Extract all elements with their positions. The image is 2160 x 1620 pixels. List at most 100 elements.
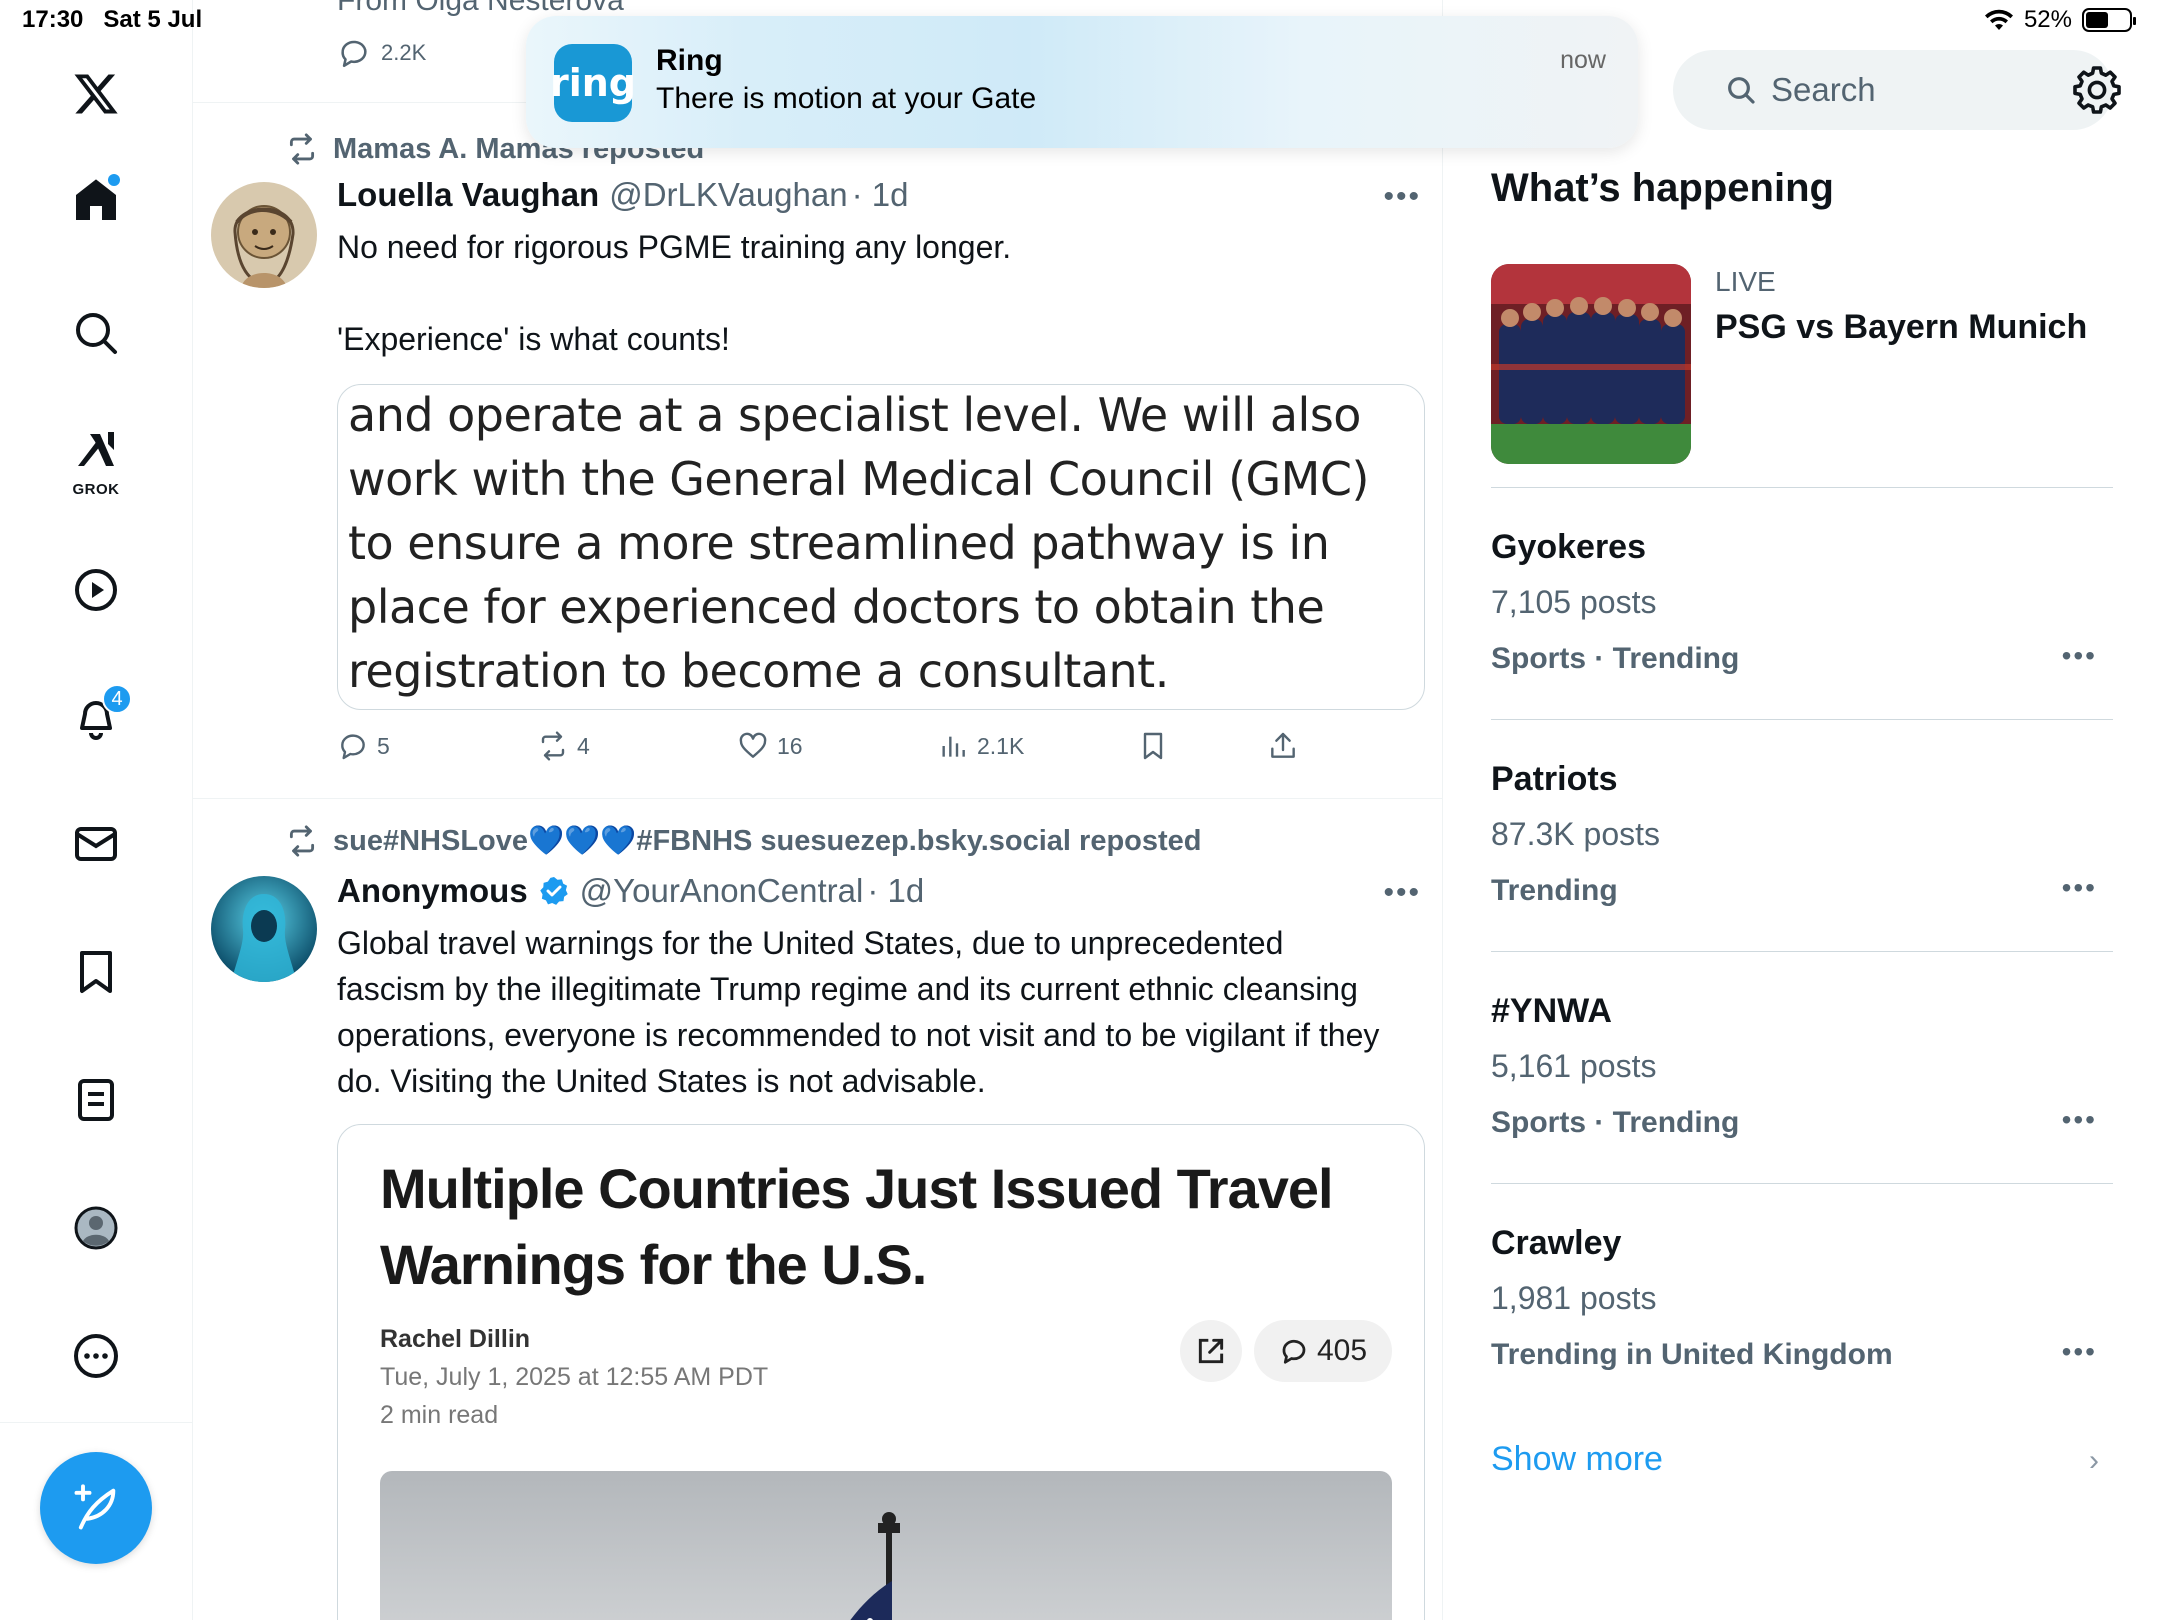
repost-context-text: sue#NHSLove💙💙💙#FBNHS suesuezep.bsky.soci… [333,825,1202,857]
compose-button[interactable] [40,1452,152,1564]
partial-reply-button[interactable]: 2.2K [337,36,426,70]
notification-time: now [1560,46,1606,74]
post-text: No need for rigorous PGME training any l… [337,229,1012,357]
author-name[interactable]: Louella Vaughan [337,176,599,214]
trend-more-button[interactable]: ••• [2062,1104,2097,1136]
nav-explore[interactable] [58,295,134,371]
bookmark-icon [80,951,112,993]
trend-count: 87.3K posts [1491,816,1660,852]
ring-app-icon-text: ring [549,61,637,105]
partial-reply-count: 2.2K [381,40,427,65]
video-icon [75,569,117,611]
avatar-illustration [211,182,317,288]
repost-button[interactable]: 4 [537,730,590,762]
trend-more-button[interactable]: ••• [2062,640,2097,672]
post-more-button[interactable]: ••• [1383,180,1421,214]
author-name[interactable]: Anonymous [337,872,528,910]
post-image-screenshot[interactable]: and operate at a specialist level. We wi… [337,384,1425,710]
trend-divider [1491,951,2113,952]
left-nav: GROK 4 [0,0,193,1620]
hooded-figure-avatar [211,876,317,982]
wifi-icon [1984,9,2013,30]
reply-button[interactable]: 5 [337,730,390,762]
live-label: LIVE [1715,266,1776,297]
trend-more-button[interactable]: ••• [2062,872,2097,904]
battery-icon [2082,8,2136,32]
comment-icon [1282,1339,1306,1364]
image-text: and operate at a specialist level. We wi… [348,388,1369,698]
bookmark-button[interactable] [1137,730,1169,762]
show-more-link[interactable]: Show more [1491,1440,1663,1479]
battery-fill [2086,12,2108,28]
repost-context[interactable]: sue#NHSLove💙💙💙#FBNHS suesuezep.bsky.soci… [285,824,1202,858]
article-comments-button[interactable]: 405 [1254,1320,1392,1382]
battery-percent: 52% [2023,6,2072,33]
article-card[interactable]: Multiple Countries Just Issued Travel Wa… [337,1124,1425,1620]
nav-video[interactable] [58,552,134,628]
post-actions: 5 4 16 2.1K [337,730,1397,770]
mail-icon [75,827,117,861]
post-more-button[interactable]: ••• [1383,876,1421,910]
article-share-button[interactable] [1180,1320,1242,1382]
like-button[interactable]: 16 [737,730,803,762]
article-date: Tue, July 1, 2025 at 12:55 AM PDT [380,1363,769,1391]
status-time: 17:30 Sat 5 Jul [22,6,202,34]
post-header: Anonymous @YourAnonCentral · 1d [337,872,924,910]
trend-item[interactable]: Crawley 1,981 posts Trending in United K… [1491,1224,2113,1404]
search-input[interactable]: Search [1673,50,2113,130]
reply-icon [341,40,367,68]
views-button[interactable]: 2.1K [937,730,1024,762]
bookmark-icon [1143,732,1163,760]
trend-count: 1,981 posts [1491,1280,1657,1316]
nav-bookmarks[interactable] [58,934,134,1010]
heart-icon [739,732,767,758]
lists-icon [78,1079,114,1121]
grok-icon [78,432,114,466]
post-louella-vaughan[interactable]: Mamas A. Mamas reposted Louella Vaughan … [193,104,1442,799]
trend-item[interactable]: Gyokeres 7,105 posts Sports · Trending •… [1491,528,2113,708]
live-event-title[interactable]: PSG vs Bayern Munich [1715,308,2087,347]
compose-feather-icon [74,1484,116,1530]
author-handle[interactable]: @YourAnonCentral [580,872,864,910]
trend-count: 7,105 posts [1491,584,1657,620]
nav-lists[interactable] [58,1062,134,1138]
repost-icon [289,825,315,857]
nav-more[interactable] [58,1318,134,1394]
nav-home[interactable] [58,162,134,238]
avatar-anonymous[interactable] [211,876,317,982]
trend-item[interactable]: #YNWA 5,161 posts Sports · Trending ••• [1491,992,2113,1172]
avatar-louella-vaughan[interactable] [211,182,317,288]
ring-app-icon: ring [550,44,636,122]
repost-icon [541,731,565,761]
trend-item[interactable]: Patriots 87.3K posts Trending ••• [1491,760,2113,940]
nav-divider [0,1422,193,1423]
trend-divider [1491,1183,2113,1184]
article-title[interactable]: Multiple Countries Just Issued Travel Wa… [380,1151,1340,1303]
share-icon [1271,732,1295,758]
post-time[interactable]: · 1d [852,176,909,214]
nav-profile[interactable] [58,1190,134,1266]
nav-grok[interactable]: GROK [58,418,134,502]
trend-more-button[interactable]: ••• [2062,1336,2097,1368]
trend-title: #YNWA [1491,992,1612,1030]
settings-gear-icon[interactable] [2073,66,2121,114]
post-anonymous[interactable]: sue#NHSLove💙💙💙#FBNHS suesuezep.bsky.soci… [193,800,1442,1620]
timeline-feed[interactable]: From Olga Nesterova 2.2K Mamas A. Mamas … [193,0,1443,1620]
external-link-icon [1198,1338,1224,1364]
nav-messages[interactable] [58,806,134,882]
trend-divider [1491,487,2113,488]
reply-icon [341,734,365,760]
post-time[interactable]: · 1d [867,872,924,910]
share-button[interactable] [1267,730,1299,762]
article-image[interactable] [380,1471,1392,1620]
repost-icon [289,133,315,165]
ring-notification-banner[interactable]: ring Ring There is motion at your Gate n… [526,16,1638,148]
x-logo[interactable] [58,56,134,132]
author-handle[interactable]: @DrLKVaughan [609,176,847,214]
notification-title: Ring [656,44,723,77]
trend-divider [1491,719,2113,720]
x-logo-icon [74,74,118,114]
view-count: 2.1K [977,732,1025,759]
live-event-thumbnail[interactable] [1491,264,1691,464]
nav-notifications[interactable]: 4 [58,680,134,756]
